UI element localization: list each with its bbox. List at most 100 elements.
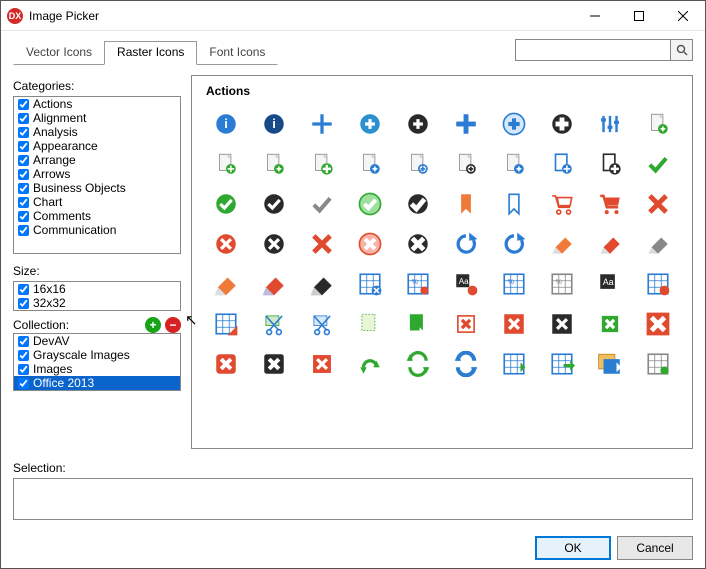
checkbox[interactable] (18, 225, 29, 236)
cut-icon[interactable] (258, 308, 290, 340)
convert-to-icon[interactable] (546, 348, 578, 380)
apply-circle-icon[interactable] (210, 188, 242, 220)
list-item[interactable]: Communication (14, 223, 180, 237)
cart-icon[interactable] (546, 188, 578, 220)
add-file-icon[interactable] (450, 148, 482, 180)
close-button[interactable] (661, 1, 705, 31)
collection-list[interactable]: DevAVGrayscale ImagesImagesOffice 2013 (13, 333, 181, 391)
checkbox[interactable] (18, 113, 29, 124)
cancel-icon[interactable] (306, 228, 338, 260)
tab-font-icons[interactable]: Font Icons (196, 41, 278, 65)
add-collection-button[interactable]: + (145, 317, 161, 333)
add-file-icon[interactable] (306, 148, 338, 180)
add-circle-icon[interactable] (354, 108, 386, 140)
convert-icon[interactable] (354, 348, 386, 380)
apply-circle-icon[interactable] (402, 188, 434, 220)
add-file-icon[interactable] (402, 148, 434, 180)
checkbox[interactable] (18, 211, 29, 222)
list-item[interactable]: Comments (14, 209, 180, 223)
remove-collection-button[interactable]: − (165, 317, 181, 333)
convert-icon[interactable] (450, 348, 482, 380)
eraser-icon[interactable] (258, 268, 290, 300)
cut-icon[interactable] (354, 308, 386, 340)
tab-raster-icons[interactable]: Raster Icons (104, 41, 197, 65)
convert-to-icon[interactable] (498, 348, 530, 380)
bookmark-icon[interactable] (450, 188, 482, 220)
eraser-icon[interactable] (594, 228, 626, 260)
list-item[interactable]: Alignment (14, 111, 180, 125)
list-item[interactable]: Analysis (14, 125, 180, 139)
clear-format-icon[interactable]: % (402, 268, 434, 300)
add-file-icon[interactable] (498, 148, 530, 180)
cut-icon[interactable] (402, 308, 434, 340)
add-icon[interactable] (450, 108, 482, 140)
apply-circle-icon[interactable] (258, 188, 290, 220)
clear-format-icon[interactable] (354, 268, 386, 300)
add-icon[interactable] (306, 108, 338, 140)
cancel-button[interactable]: Cancel (617, 536, 693, 560)
add-file-icon[interactable] (594, 148, 626, 180)
add-circle-icon[interactable] (546, 108, 578, 140)
close-box-icon[interactable] (210, 348, 242, 380)
list-item[interactable]: Grayscale Images (14, 348, 180, 362)
list-item[interactable]: Arrows (14, 167, 180, 181)
add-circle-icon[interactable] (498, 108, 530, 140)
checkbox[interactable] (18, 127, 29, 138)
clear-table-icon[interactable] (210, 308, 242, 340)
convert-icon[interactable] (402, 348, 434, 380)
convert-to-icon[interactable] (642, 348, 674, 380)
add-file-icon[interactable] (354, 148, 386, 180)
apply-icon[interactable] (642, 148, 674, 180)
clear-format-icon[interactable]: Aa (450, 268, 482, 300)
close-box-icon[interactable] (642, 308, 674, 340)
cancel-circle-icon[interactable] (402, 228, 434, 260)
categories-list[interactable]: ActionsAlignmentAnalysisAppearanceArrang… (13, 96, 181, 254)
eraser-icon[interactable] (306, 268, 338, 300)
maximize-button[interactable] (617, 1, 661, 31)
eraser-icon[interactable] (210, 268, 242, 300)
close-box-icon[interactable] (546, 308, 578, 340)
cart-icon[interactable] (594, 188, 626, 220)
search-button[interactable] (671, 39, 693, 61)
clear-format-icon[interactable]: % (546, 268, 578, 300)
about-icon[interactable]: i (258, 108, 290, 140)
sliders-icon[interactable] (594, 108, 626, 140)
close-box-icon[interactable] (498, 308, 530, 340)
list-item[interactable]: Images (14, 362, 180, 376)
list-item[interactable]: Office 2013 (14, 376, 180, 390)
cut-icon[interactable] (306, 308, 338, 340)
checkbox[interactable] (18, 378, 29, 389)
clear-format-icon[interactable]: % (498, 268, 530, 300)
add-circle-icon[interactable] (402, 108, 434, 140)
bookmark-icon[interactable] (498, 188, 530, 220)
add-file-icon[interactable] (642, 108, 674, 140)
convert-to-icon[interactable] (594, 348, 626, 380)
eraser-icon[interactable] (642, 228, 674, 260)
add-file-icon[interactable] (546, 148, 578, 180)
checkbox[interactable] (18, 155, 29, 166)
list-item[interactable]: Chart (14, 195, 180, 209)
size-list[interactable]: 16x1632x32 (13, 281, 181, 311)
checkbox[interactable] (18, 364, 29, 375)
refresh-icon[interactable] (450, 228, 482, 260)
list-item[interactable]: DevAV (14, 334, 180, 348)
list-item[interactable]: Arrange (14, 153, 180, 167)
checkbox[interactable] (18, 350, 29, 361)
checkbox[interactable] (18, 99, 29, 110)
list-item[interactable]: 32x32 (14, 296, 180, 310)
close-box-icon[interactable] (450, 308, 482, 340)
checkbox[interactable] (18, 298, 29, 309)
checkbox[interactable] (18, 183, 29, 194)
list-item[interactable]: Appearance (14, 139, 180, 153)
clear-format-icon[interactable]: Aa (594, 268, 626, 300)
add-file-icon[interactable] (258, 148, 290, 180)
list-item[interactable]: Actions (14, 97, 180, 111)
close-box-icon[interactable] (258, 348, 290, 380)
add-file-icon[interactable] (210, 148, 242, 180)
tab-vector-icons[interactable]: Vector Icons (13, 41, 105, 65)
checkbox[interactable] (18, 336, 29, 347)
ok-button[interactable]: OK (535, 536, 611, 560)
checkbox[interactable] (18, 197, 29, 208)
minimize-button[interactable] (573, 1, 617, 31)
list-item[interactable]: 16x16 (14, 282, 180, 296)
